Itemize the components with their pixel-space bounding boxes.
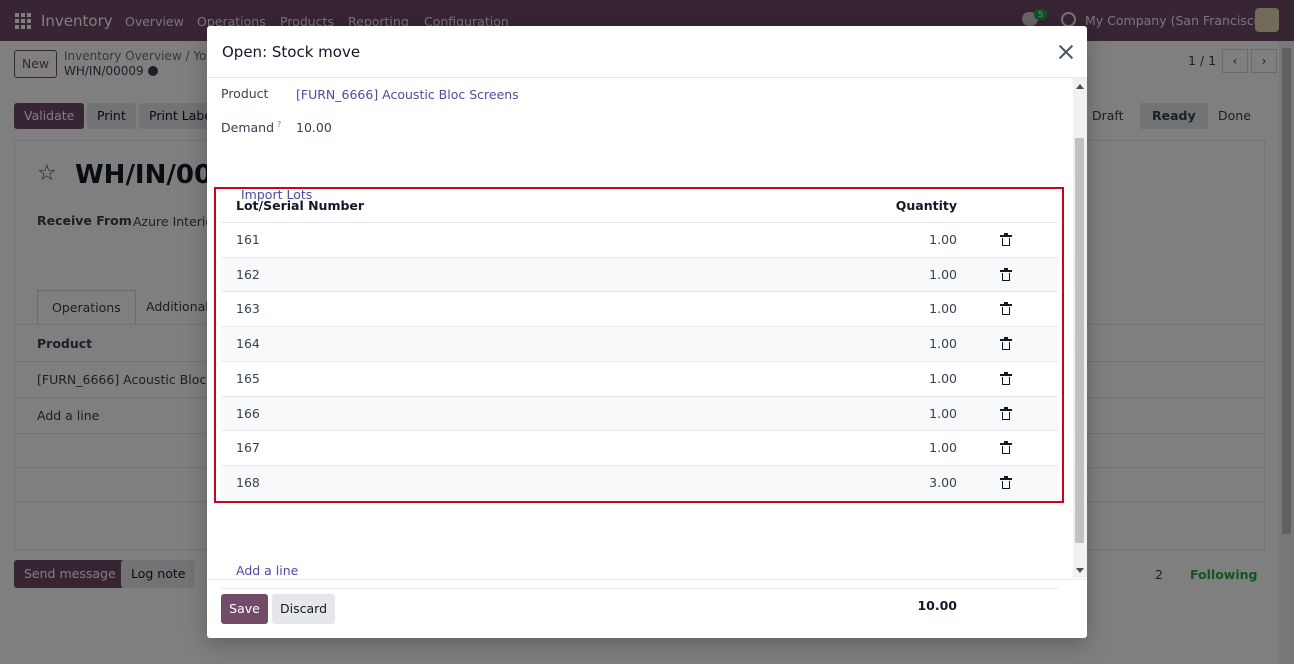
lot-cell[interactable]: 166 — [236, 397, 260, 431]
lot-cell[interactable]: 161 — [236, 223, 260, 257]
quantity-cell[interactable]: 1.00 — [929, 397, 957, 431]
trash-icon[interactable] — [1000, 441, 1012, 455]
stock-move-dialog: Open: Stock move Product [FURN_6666] Aco… — [207, 26, 1087, 638]
product-label: Product — [221, 86, 269, 101]
discard-button[interactable]: Discard — [272, 594, 335, 624]
quantity-column-header[interactable]: Quantity — [896, 189, 957, 222]
table-row[interactable]: 165 1.00 — [221, 360, 1058, 396]
dialog-scrollbar-thumb[interactable] — [1075, 138, 1084, 543]
table-row[interactable]: 166 1.00 — [221, 395, 1058, 431]
lot-cell[interactable]: 168 — [236, 466, 260, 500]
demand-label: Demand? — [221, 120, 281, 135]
quantity-cell[interactable]: 1.00 — [929, 327, 957, 361]
save-button[interactable]: Save — [221, 594, 268, 624]
quantity-cell[interactable]: 1.00 — [929, 292, 957, 326]
quantity-cell[interactable]: 1.00 — [929, 362, 957, 396]
lot-cell[interactable]: 163 — [236, 292, 260, 326]
product-value[interactable]: [FURN_6666] Acoustic Bloc Screens — [296, 87, 519, 102]
lot-column-header[interactable]: Lot/Serial Number — [236, 189, 364, 222]
add-line-link[interactable]: Add a line — [236, 563, 298, 578]
table-row[interactable]: 161 1.00 — [221, 222, 1058, 257]
lot-cell[interactable]: 167 — [236, 431, 260, 465]
dialog-header: Open: Stock move — [207, 26, 1087, 78]
trash-icon[interactable] — [1000, 302, 1012, 316]
quantity-cell[interactable]: 1.00 — [929, 223, 957, 257]
demand-value: 10.00 — [296, 120, 332, 135]
table-row[interactable]: 162 1.00 — [221, 256, 1058, 292]
trash-icon[interactable] — [1000, 233, 1012, 246]
close-icon[interactable] — [1056, 42, 1076, 62]
lot-cell[interactable]: 165 — [236, 362, 260, 396]
quantity-cell[interactable]: 1.00 — [929, 431, 957, 465]
dialog-body: Product [FURN_6666] Acoustic Bloc Screen… — [207, 79, 1087, 613]
dialog-footer: Save Discard — [207, 579, 1087, 638]
scroll-up-icon[interactable] — [1076, 84, 1084, 89]
table-row[interactable]: 163 1.00 — [221, 291, 1058, 326]
scroll-down-icon[interactable] — [1076, 568, 1084, 573]
dialog-title: Open: Stock move — [222, 43, 361, 61]
table-row[interactable]: 164 1.00 — [221, 326, 1058, 362]
trash-icon[interactable] — [1000, 406, 1012, 420]
lot-cell[interactable]: 164 — [236, 327, 260, 361]
trash-icon[interactable] — [1000, 371, 1012, 385]
quantity-cell[interactable]: 1.00 — [929, 258, 957, 292]
trash-icon[interactable] — [1000, 267, 1012, 281]
table-row[interactable]: 168 3.00 — [221, 464, 1058, 500]
quantity-cell[interactable]: 3.00 — [929, 466, 957, 500]
lot-cell[interactable]: 162 — [236, 258, 260, 292]
help-icon[interactable]: ? — [277, 120, 281, 129]
trash-icon[interactable] — [1000, 337, 1012, 351]
demand-label-text: Demand — [221, 120, 275, 136]
table-row[interactable]: 167 1.00 — [221, 430, 1058, 465]
trash-icon[interactable] — [1000, 475, 1012, 489]
